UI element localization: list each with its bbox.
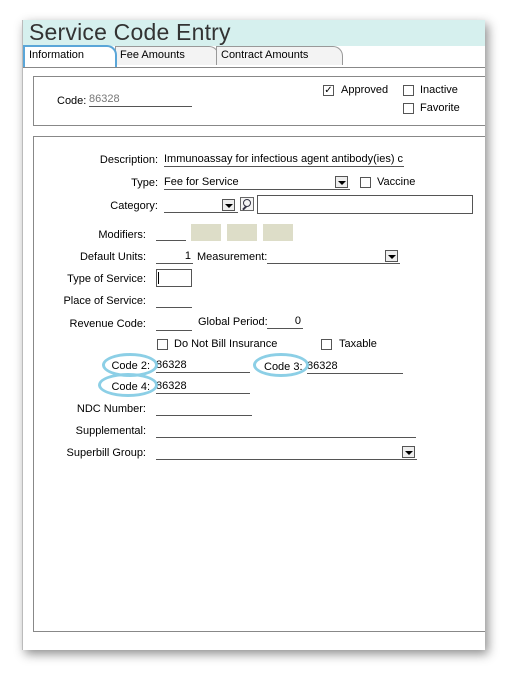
supplemental-label: Supplemental:: [75, 425, 146, 437]
superbill-dropdown-arrow[interactable]: [402, 446, 415, 458]
modifiers-label: Modifiers:: [98, 229, 146, 241]
tab-fee-amounts[interactable]: Fee Amounts: [115, 46, 219, 65]
ndc-field[interactable]: [156, 401, 252, 416]
tab-contract-amounts-label: Contract Amounts: [221, 49, 309, 61]
type-select[interactable]: Fee for Service: [164, 175, 350, 190]
supplemental-field[interactable]: [156, 423, 416, 438]
superbill-group-select[interactable]: [156, 445, 417, 460]
tab-fee-amounts-label: Fee Amounts: [120, 49, 185, 61]
code-field[interactable]: 86328: [89, 92, 192, 107]
description-field[interactable]: Immunoassay for infectious agent antibod…: [164, 152, 404, 167]
tab-bar: Information Fee Amounts Contract Amounts: [23, 45, 485, 67]
tab-information-label: Information: [29, 49, 85, 61]
code4-field[interactable]: 86328: [156, 379, 250, 394]
code3-field[interactable]: 86328: [307, 359, 403, 374]
modifier-field-1[interactable]: [156, 226, 186, 241]
information-panel: Description: Immunoassay for infectious …: [33, 136, 485, 632]
approved-checkbox[interactable]: ✓: [323, 85, 334, 96]
default-units-label: Default Units:: [79, 251, 146, 263]
code4-highlight: [98, 373, 158, 397]
category-dropdown-arrow[interactable]: [222, 199, 235, 211]
code3-highlight: [253, 353, 309, 377]
modifier-field-3[interactable]: [227, 224, 257, 241]
approved-label: Approved: [341, 84, 389, 96]
vaccine-label: Vaccine: [377, 176, 416, 188]
category-description-field[interactable]: [257, 195, 473, 214]
window-title: Service Code Entry: [29, 19, 231, 45]
description-label: Description:: [99, 154, 158, 166]
header-panel: Code: 86328 ✓ Approved Inactive Favorite: [33, 76, 485, 126]
modifier-field-4[interactable]: [263, 224, 293, 241]
global-period-field[interactable]: 0: [267, 314, 303, 329]
place-of-service-field[interactable]: [156, 293, 192, 308]
inactive-label: Inactive: [420, 84, 458, 96]
measurement-dropdown-arrow[interactable]: [385, 250, 398, 262]
tab-information[interactable]: Information: [23, 45, 117, 67]
type-dropdown-arrow[interactable]: [335, 176, 348, 188]
revenue-code-label: Revenue Code:: [69, 318, 146, 330]
category-label: Category:: [110, 200, 158, 212]
search-icon[interactable]: [240, 197, 254, 211]
vaccine-checkbox[interactable]: [360, 177, 371, 188]
code2-field[interactable]: 86328: [156, 358, 250, 373]
tab-divider: [23, 67, 485, 68]
service-code-window: Service Code Entry Information Fee Amoun…: [22, 19, 485, 650]
taxable-checkbox[interactable]: [321, 339, 332, 350]
superbill-group-label: Superbill Group:: [66, 447, 147, 459]
do-not-bill-label: Do Not Bill Insurance: [174, 338, 278, 350]
measurement-select[interactable]: [267, 249, 400, 264]
default-units-field[interactable]: 1: [156, 249, 193, 264]
favorite-label: Favorite: [420, 102, 460, 114]
taxable-label: Taxable: [339, 338, 377, 350]
type-of-service-field[interactable]: [156, 269, 192, 287]
type-of-service-label: Type of Service:: [67, 273, 146, 285]
text-cursor: [158, 272, 159, 284]
favorite-checkbox[interactable]: [403, 103, 414, 114]
inactive-checkbox[interactable]: [403, 85, 414, 96]
modifier-field-2[interactable]: [191, 224, 221, 241]
tab-contract-amounts[interactable]: Contract Amounts: [216, 46, 343, 65]
title-bar: Service Code Entry: [23, 19, 485, 46]
do-not-bill-checkbox[interactable]: [157, 339, 168, 350]
ndc-label: NDC Number:: [76, 403, 146, 415]
place-of-service-label: Place of Service:: [63, 295, 146, 307]
type-label: Type:: [131, 177, 158, 189]
global-period-label: Global Period:: [198, 316, 268, 328]
revenue-code-field[interactable]: [156, 316, 192, 331]
measurement-label: Measurement:: [197, 251, 268, 263]
code-label: Code:: [57, 95, 87, 107]
